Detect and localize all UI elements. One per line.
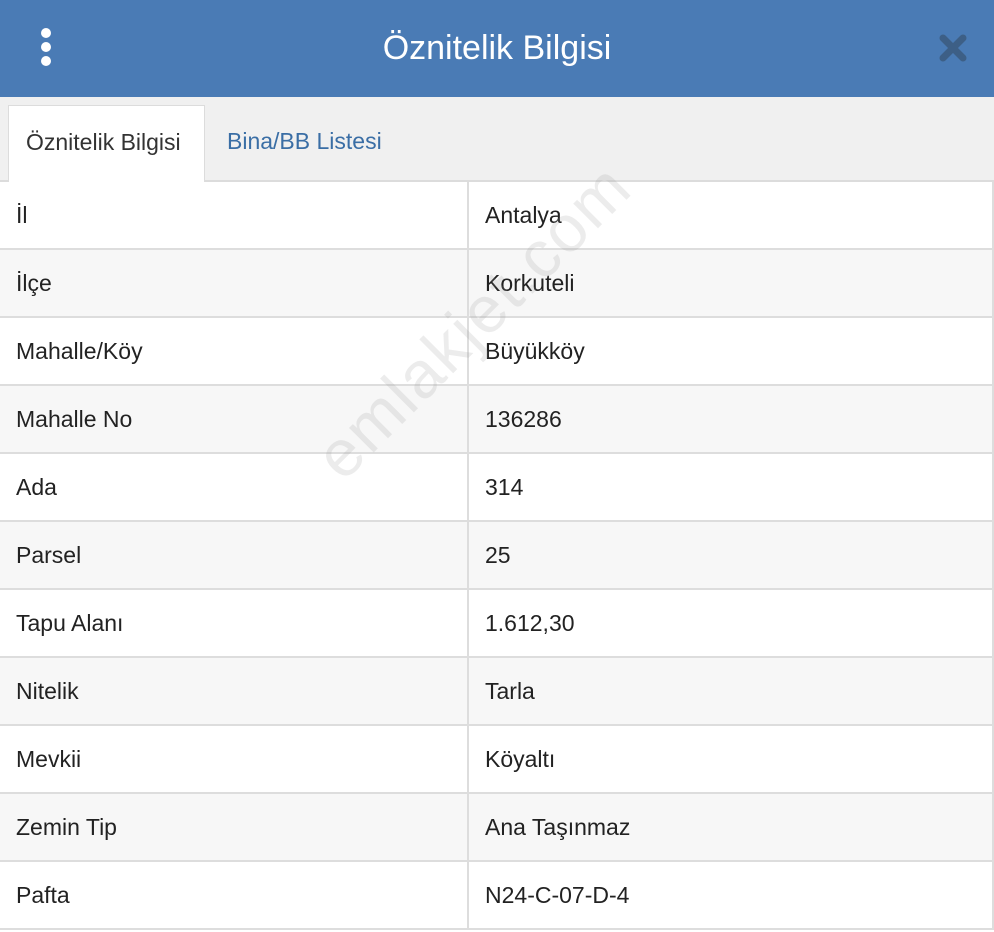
table-row: Tapu Alanı 1.612,30	[0, 590, 994, 658]
row-value: 314	[485, 474, 524, 500]
row-value: Antalya	[485, 202, 562, 228]
tab-bar: Öznitelik Bilgisi Bina/BB Listesi	[0, 97, 994, 184]
table-row: Parsel 25	[0, 522, 994, 590]
row-value: 1.612,30	[485, 610, 575, 636]
tab-attribute-info[interactable]: Öznitelik Bilgisi	[8, 105, 205, 184]
tab-building-list[interactable]: Bina/BB Listesi	[210, 105, 399, 182]
panel-header: Öznitelik Bilgisi	[0, 0, 994, 97]
column-divider	[467, 250, 469, 316]
table-row: Pafta N24-C-07-D-4	[0, 862, 994, 930]
row-key: Pafta	[16, 882, 70, 908]
row-key: Mahalle/Köy	[16, 338, 143, 364]
table-row: Mahalle/Köy Büyükköy	[0, 318, 994, 386]
row-value: N24-C-07-D-4	[485, 882, 630, 908]
table-row: Ada 314	[0, 454, 994, 522]
table-row: İlçe Korkuteli	[0, 250, 994, 318]
panel-title: Öznitelik Bilgisi	[382, 29, 612, 67]
row-value: 25	[485, 542, 511, 568]
row-value: Tarla	[485, 678, 535, 704]
column-divider	[467, 454, 469, 520]
close-icon[interactable]	[936, 31, 970, 65]
row-key: Mahalle No	[16, 406, 133, 432]
row-value: 136286	[485, 406, 562, 432]
row-key: İlçe	[16, 270, 52, 296]
row-value: Büyükköy	[485, 338, 585, 364]
row-key: Parsel	[16, 542, 82, 568]
column-divider	[467, 522, 469, 588]
column-divider	[467, 386, 469, 452]
table-row: İl Antalya	[0, 182, 994, 250]
row-key: Ada	[16, 474, 57, 500]
table-row: Nitelik Tarla	[0, 658, 994, 726]
table-row: Mahalle No 136286	[0, 386, 994, 454]
column-divider	[467, 794, 469, 860]
column-divider	[467, 726, 469, 792]
column-divider	[467, 658, 469, 724]
row-value: Ana Taşınmaz	[485, 814, 631, 840]
column-divider	[467, 182, 469, 248]
table-row: Mevkii Köyaltı	[0, 726, 994, 794]
row-key: Nitelik	[16, 678, 79, 704]
row-value: Korkuteli	[485, 270, 575, 296]
column-divider	[467, 318, 469, 384]
table-row: Zemin Tip Ana Taşınmaz	[0, 794, 994, 862]
attribute-table: İl Antalya İlçe Korkuteli Mahalle/Köy Bü…	[0, 182, 994, 930]
column-divider	[467, 862, 469, 928]
row-key: Zemin Tip	[16, 814, 117, 840]
row-key: İl	[16, 202, 28, 228]
row-key: Mevkii	[16, 746, 82, 772]
row-key: Tapu Alanı	[16, 610, 124, 636]
row-value: Köyaltı	[485, 746, 556, 772]
column-divider	[467, 590, 469, 656]
attribute-info-panel: Öznitelik Bilgisi Öznitelik Bilgisi Bina…	[0, 0, 994, 932]
